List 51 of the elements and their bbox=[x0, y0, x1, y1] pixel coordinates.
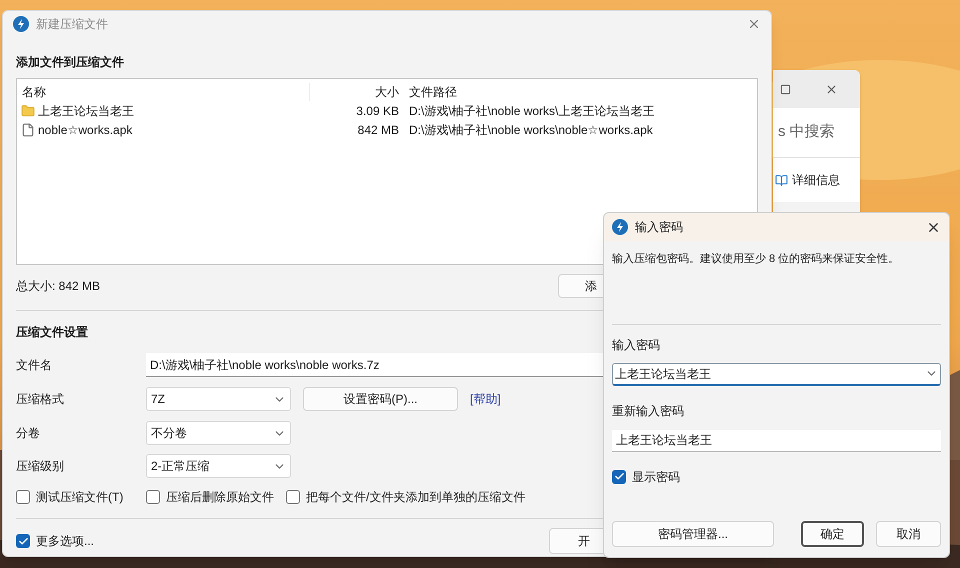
dropdown[interactable]: 不分卷 bbox=[146, 421, 291, 445]
confirm-password-field[interactable]: 上老王论坛当老王 bbox=[612, 430, 941, 452]
checkbox-label: 更多选项... bbox=[36, 533, 94, 550]
dialog-button[interactable]: 密码管理器... bbox=[612, 520, 774, 546]
column-header[interactable]: 名称 bbox=[17, 83, 310, 101]
help-link[interactable]: [帮助] bbox=[470, 390, 501, 408]
close-icon[interactable] bbox=[825, 82, 838, 96]
set-password-button[interactable]: 设置密码(P)... bbox=[303, 387, 458, 411]
dropdown[interactable]: 2-正常压缩 bbox=[146, 454, 291, 478]
checkbox[interactable] bbox=[16, 534, 30, 548]
field-label: 压缩格式 bbox=[16, 391, 65, 408]
folder-icon bbox=[21, 104, 35, 118]
window-title: 新建压缩文件 bbox=[36, 16, 108, 33]
password-field[interactable]: 上老王论坛当老王 bbox=[612, 362, 941, 386]
maximize-icon[interactable] bbox=[780, 84, 791, 94]
dialog-button[interactable]: 确定 bbox=[801, 520, 864, 546]
dialog-title: 输入密码 bbox=[635, 219, 683, 236]
checkbox-label: 测试压缩文件(T) bbox=[36, 489, 124, 506]
section-heading: 压缩文件设置 bbox=[16, 324, 89, 341]
file-icon bbox=[21, 122, 35, 136]
field-label: 输入密码 bbox=[612, 336, 661, 354]
search-field[interactable]: s 中搜索 bbox=[773, 108, 860, 158]
field-label: 压缩级别 bbox=[16, 458, 65, 475]
checkbox[interactable] bbox=[146, 490, 160, 504]
checkbox[interactable] bbox=[16, 490, 30, 504]
app-logo-icon bbox=[612, 219, 628, 235]
file-name: noble☆works.apk bbox=[38, 122, 132, 138]
checkbox-label: 显示密码 bbox=[632, 468, 680, 486]
field-label: 重新输入密码 bbox=[612, 402, 685, 420]
details-icon bbox=[775, 174, 788, 186]
file-path: D:\游戏\柚子社\noble works\上老王论坛当老王 bbox=[408, 102, 654, 120]
dropdown[interactable]: 7Z bbox=[146, 387, 291, 411]
column-header[interactable]: 大小 bbox=[310, 83, 403, 101]
section-heading: 添加文件到压缩文件 bbox=[16, 54, 125, 71]
check-icon bbox=[18, 536, 28, 546]
file-path: D:\游戏\柚子社\noble works\noble☆works.apk bbox=[408, 122, 653, 138]
dialog-button[interactable]: 取消 bbox=[876, 520, 941, 546]
checkbox-label: 把每个文件/文件夹添加到单独的压缩文件 bbox=[306, 489, 526, 506]
column-header[interactable]: 文件路径 bbox=[403, 83, 457, 101]
file-size: 842 MB bbox=[356, 122, 400, 138]
checkbox[interactable] bbox=[286, 490, 300, 504]
checkbox[interactable] bbox=[612, 470, 626, 484]
app-logo-icon bbox=[13, 16, 29, 32]
check-icon bbox=[614, 471, 624, 482]
field-label: 文件名 bbox=[16, 357, 53, 374]
checkbox-label: 压缩后删除原始文件 bbox=[166, 489, 274, 506]
file-size: 3.09 KB bbox=[355, 102, 400, 120]
field-label: 分卷 bbox=[16, 425, 41, 442]
dialog-description: 输入压缩包密码。建议使用至少 8 位的密码来保证安全性。 bbox=[612, 252, 900, 267]
file-name: 上老王论坛当老王 bbox=[38, 102, 134, 120]
total-size: 总大小: 842 MB bbox=[16, 278, 102, 295]
